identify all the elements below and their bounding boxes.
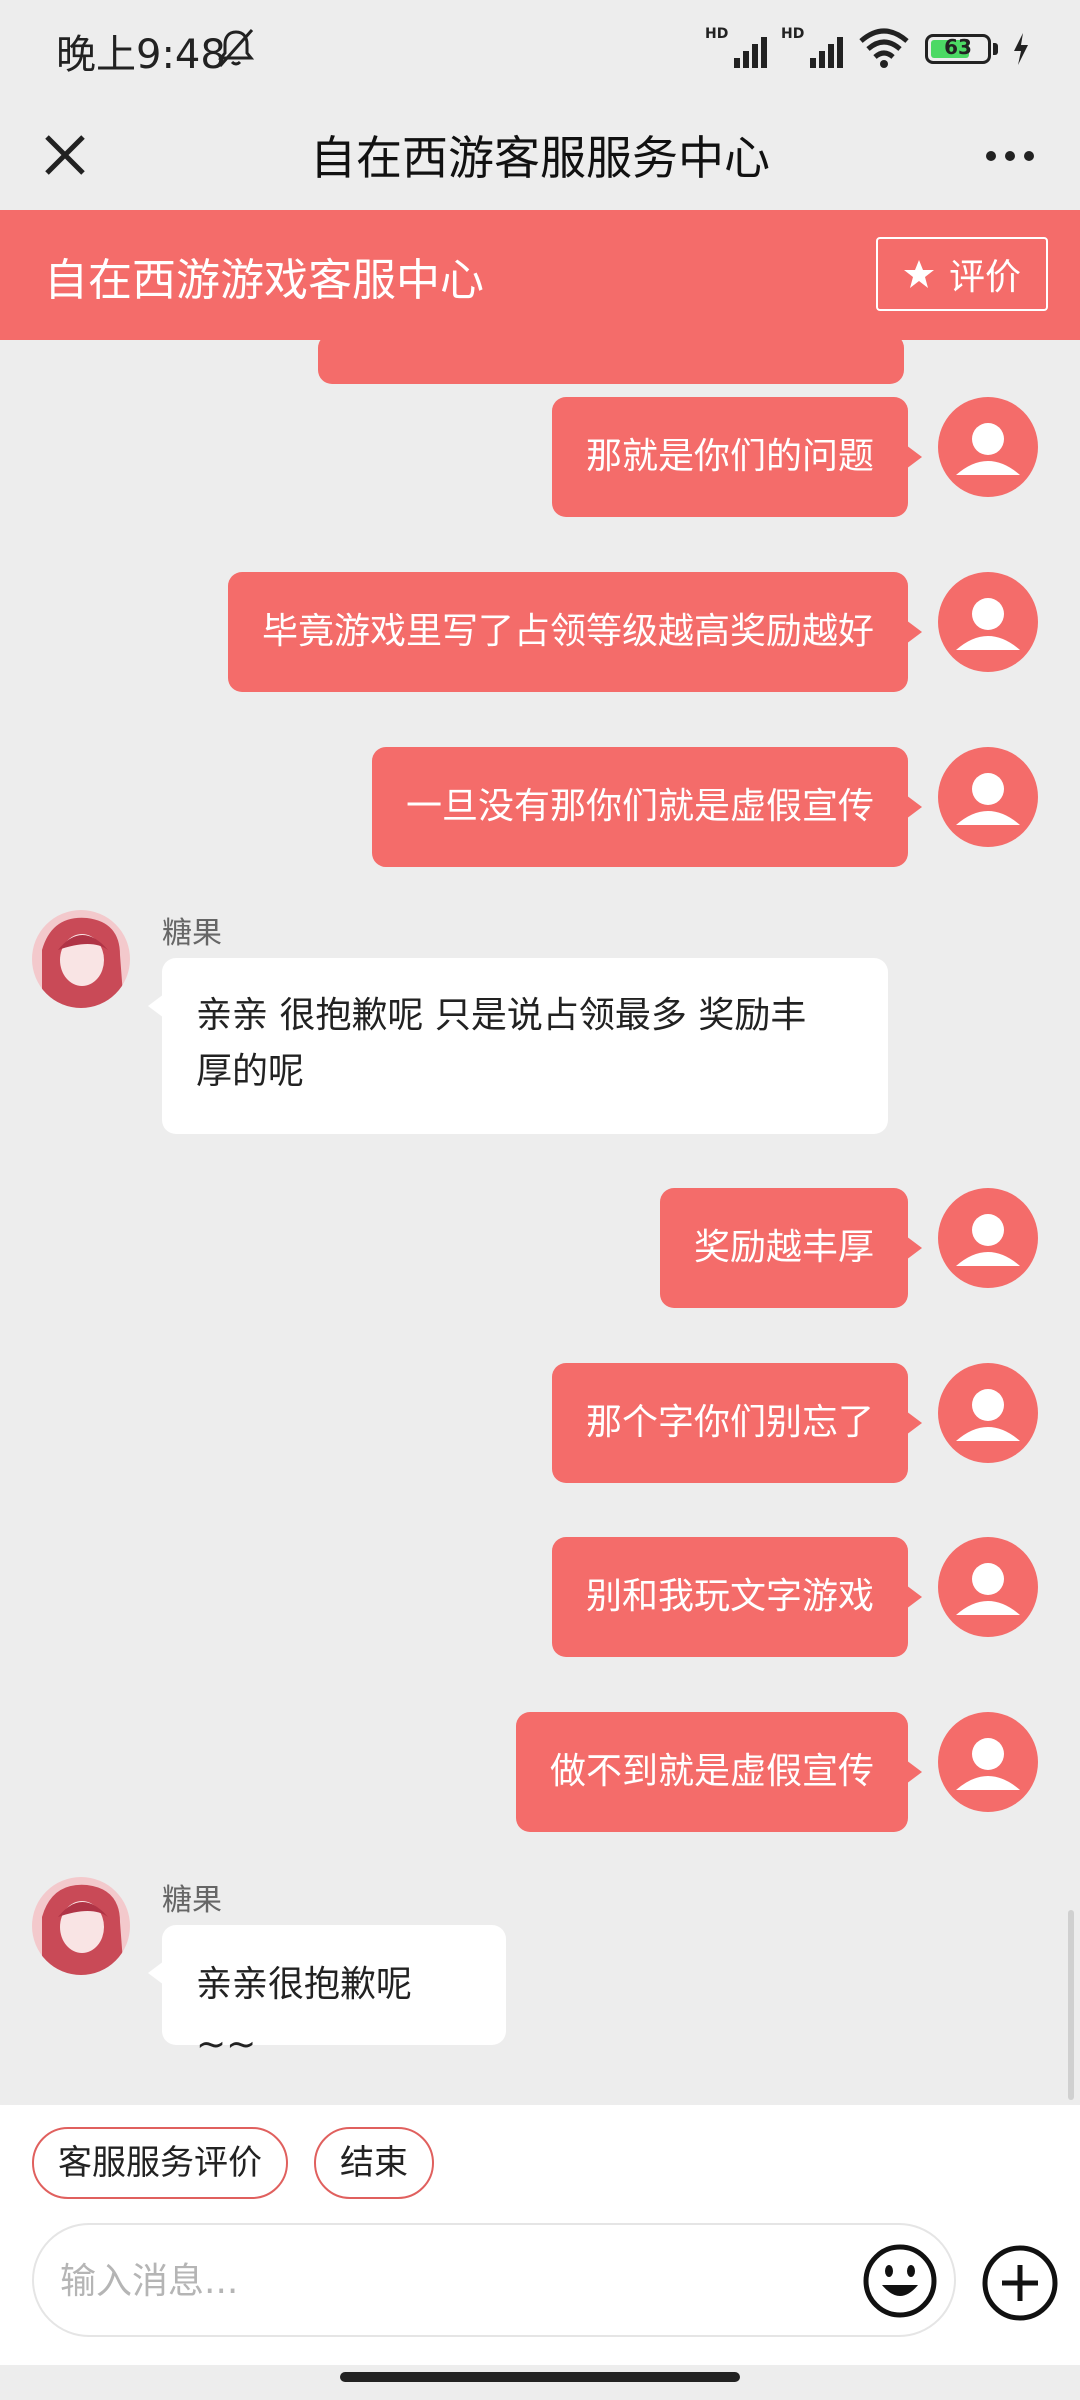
signal-2-icon: HD xyxy=(781,26,843,72)
mute-bell-icon xyxy=(217,29,255,67)
message-input-box[interactable] xyxy=(32,2223,956,2337)
rate-button[interactable]: 评价 xyxy=(876,237,1048,311)
agent-name: 糖果 xyxy=(162,1883,222,1918)
message-outgoing: 那就是你们的问题 xyxy=(551,397,923,517)
rate-button-label: 评价 xyxy=(948,257,1021,298)
user-avatar xyxy=(938,1537,1038,1637)
chat-area[interactable]: 那就是你们的问题 毕竟游戏里写了占领等级越高奖励越好 一旦没有那你们就是虚假宣传… xyxy=(0,340,1080,2105)
message-bubble: 一旦没有那你们就是虚假宣传 xyxy=(371,747,923,867)
agent-avatar-image xyxy=(32,1877,130,1975)
banner-title: 自在西游游戏客服中心 xyxy=(44,255,484,306)
home-indicator[interactable] xyxy=(340,2372,740,2382)
user-avatar-icon xyxy=(956,1389,1020,1441)
user-avatar-icon xyxy=(956,1214,1020,1266)
message-bubble-partial xyxy=(318,340,904,384)
user-avatar-icon xyxy=(956,1738,1020,1790)
message-bubble: 奖励越丰厚 xyxy=(659,1188,923,1308)
user-avatar xyxy=(938,747,1038,847)
message-line: 亲亲 很抱歉呢 只是说占领最多 奖励丰 xyxy=(196,995,807,1036)
message-outgoing: 别和我玩文字游戏 xyxy=(551,1537,923,1657)
end-chip[interactable]: 结束 xyxy=(314,2127,434,2199)
battery-icon: 63 xyxy=(925,34,991,64)
status-bar: 晚上9:48 HD HD 63 xyxy=(0,0,1080,100)
message-outgoing: 那个字你们别忘了 xyxy=(551,1363,923,1483)
scrollbar[interactable] xyxy=(1068,1910,1074,2100)
message-bubble: 别和我玩文字游戏 xyxy=(551,1537,923,1657)
service-banner: 自在西游游戏客服中心 评价 xyxy=(0,210,1080,340)
message-bubble: 做不到就是虚假宣传 xyxy=(515,1712,923,1832)
message-incoming: 亲亲 很抱歉呢 只是说占领最多 奖励丰 厚的呢 xyxy=(148,958,888,1134)
message-incoming: 亲亲很抱歉呢 ~~ xyxy=(148,1925,506,2065)
star-icon xyxy=(903,260,934,288)
nav-bar: 自在西游客服服务中心 xyxy=(0,100,1080,210)
message-line: 厚的呢 xyxy=(196,1051,305,1092)
user-avatar-icon xyxy=(956,773,1020,825)
user-avatar xyxy=(938,1188,1038,1288)
user-avatar xyxy=(938,572,1038,672)
agent-avatar-image xyxy=(32,910,130,1008)
message-outgoing: 毕竟游戏里写了占领等级越高奖励越好 xyxy=(227,572,923,692)
battery-tip xyxy=(993,43,998,55)
agent-avatar xyxy=(32,910,130,1008)
signal-1-icon: HD xyxy=(705,26,767,72)
agent-avatar xyxy=(32,1877,130,1975)
user-avatar xyxy=(938,397,1038,497)
emoji-icon[interactable] xyxy=(862,2243,938,2319)
page-title: 自在西游客服服务中心 xyxy=(310,131,770,185)
status-icons: HD HD 63 xyxy=(705,24,1030,74)
charging-icon xyxy=(1014,33,1028,65)
message-outgoing: 一旦没有那你们就是虚假宣传 xyxy=(371,747,923,867)
message-outgoing: 奖励越丰厚 xyxy=(659,1188,923,1308)
user-avatar xyxy=(938,1363,1038,1463)
wifi-icon xyxy=(859,28,909,68)
user-avatar xyxy=(938,1712,1038,1812)
message-bubble: 毕竟游戏里写了占领等级越高奖励越好 xyxy=(227,572,923,692)
agent-name: 糖果 xyxy=(162,916,222,951)
user-avatar-icon xyxy=(956,598,1020,650)
message-bubble: 那就是你们的问题 xyxy=(551,397,923,517)
message-bubble: 那个字你们别忘了 xyxy=(551,1363,923,1483)
more-icon[interactable] xyxy=(974,126,1046,186)
message-outgoing: 做不到就是虚假宣传 xyxy=(515,1712,923,1832)
quick-actions: 客服服务评价 结束 xyxy=(0,2105,1080,2215)
user-avatar-icon xyxy=(956,423,1020,475)
status-time: 晚上9:48 xyxy=(56,32,226,78)
rate-service-chip[interactable]: 客服服务评价 xyxy=(32,2127,288,2199)
message-input[interactable] xyxy=(58,2247,822,2315)
input-bar xyxy=(0,2215,1080,2365)
user-avatar-icon xyxy=(956,1563,1020,1615)
plus-icon[interactable] xyxy=(980,2243,1060,2323)
message-line: 亲亲很抱歉呢 ~~ xyxy=(196,1964,413,2065)
